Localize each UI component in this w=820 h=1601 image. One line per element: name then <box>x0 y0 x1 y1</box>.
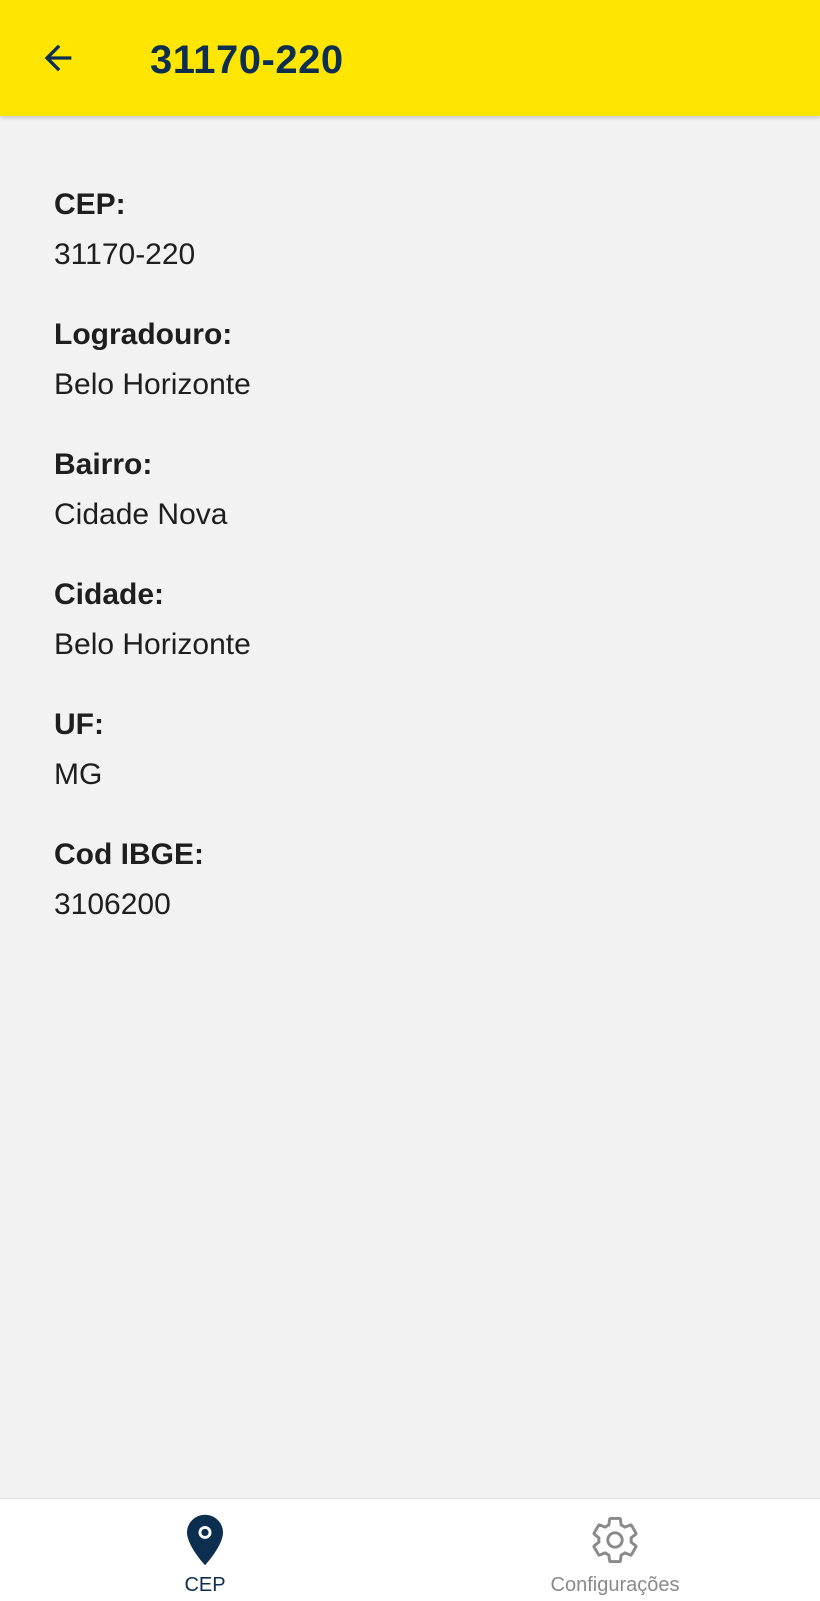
back-button[interactable] <box>34 34 82 82</box>
field-label: Bairro: <box>54 448 153 481</box>
field-uf: UF: MG <box>54 706 766 836</box>
nav-label-configuracoes: Configurações <box>550 1574 680 1596</box>
location-pin-icon <box>187 1514 223 1566</box>
field-value: Belo Horizonte <box>54 628 251 661</box>
field-label: Logradouro: <box>54 318 233 351</box>
field-value: 31170-220 <box>54 238 196 271</box>
nav-item-cep[interactable]: CEP <box>0 1499 410 1601</box>
field-cep: CEP: 31170-220 <box>54 186 766 316</box>
field-value: Belo Horizonte <box>54 368 251 401</box>
bottom-navigation: CEP Configurações <box>0 1498 820 1601</box>
field-label: Cod IBGE: <box>54 838 204 871</box>
gear-icon <box>592 1516 638 1564</box>
field-label: CEP: <box>54 188 126 221</box>
app-bar: 31170-220 <box>0 0 820 116</box>
field-cidade: Cidade: Belo Horizonte <box>54 576 766 706</box>
address-details: CEP: 31170-220 Logradouro: Belo Horizont… <box>54 186 766 966</box>
field-logradouro: Logradouro: Belo Horizonte <box>54 316 766 446</box>
field-label: Cidade: <box>54 578 165 611</box>
field-value: 3106200 <box>54 888 171 921</box>
field-bairro: Bairro: Cidade Nova <box>54 446 766 576</box>
nav-label-cep: CEP <box>184 1574 226 1596</box>
field-cod-ibge: Cod IBGE: 3106200 <box>54 836 766 966</box>
field-value: Cidade Nova <box>54 498 228 531</box>
field-label: UF: <box>54 708 104 741</box>
arrow-back-icon <box>44 44 72 72</box>
page-title: 31170-220 <box>150 38 344 82</box>
nav-item-configuracoes[interactable]: Configurações <box>410 1499 820 1601</box>
field-value: MG <box>54 758 103 791</box>
